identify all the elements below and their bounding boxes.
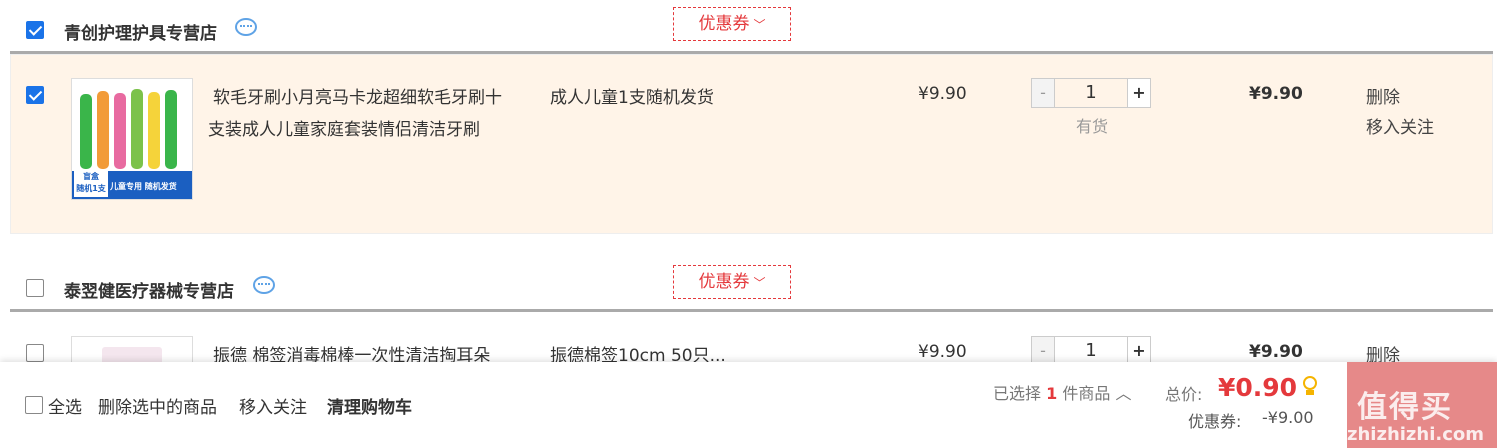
total-value: ¥0.90 [1218, 373, 1298, 402]
item1-follow-link[interactable]: 移入关注 [1366, 113, 1434, 138]
item2-checkbox[interactable] [26, 344, 44, 362]
select-all-checkbox[interactable] [25, 396, 43, 414]
watermark-line2: zhizhizhi.com [1347, 424, 1485, 445]
shop2-divider [10, 309, 1493, 312]
item1-checkbox[interactable] [26, 86, 44, 104]
shop2-name[interactable]: 泰翌健医疗器械专营店 [64, 277, 234, 302]
clear-cart-link[interactable]: 清理购物车 [327, 393, 412, 418]
brush [131, 89, 143, 169]
selected-summary[interactable]: 已选择 1 件商品 ︿ [993, 380, 1131, 404]
shop1-checkbox[interactable] [26, 21, 44, 39]
watermark-logo: 值得买 zhizhizhi.com [1347, 362, 1497, 448]
item1-delete-link[interactable]: 删除 [1366, 83, 1400, 108]
item2-subtotal: ¥9.90 [1249, 342, 1303, 362]
bulb-glass [1303, 376, 1317, 390]
item1-thumbnail[interactable]: 盲盒 随机1支 儿童专用 随机发货 [71, 78, 193, 200]
item1-subtotal: ¥9.90 [1249, 84, 1303, 104]
selected-prefix: 已选择 [993, 384, 1042, 403]
shop2-checkbox[interactable] [26, 279, 44, 297]
lightbulb-icon[interactable] [1302, 376, 1318, 396]
shop2-coupon-button[interactable]: 优惠券 ﹀ [673, 265, 791, 299]
brush [114, 93, 126, 169]
thumb-banner-badge: 盲盒 随机1支 [74, 171, 108, 197]
chat-icon[interactable] [235, 18, 257, 36]
select-all-label[interactable]: 全选 [48, 393, 82, 418]
bulb-base [1306, 390, 1314, 395]
chevron-up-icon: ︿ [1115, 384, 1132, 403]
brush [80, 94, 92, 169]
item1-title-line1: 软毛牙刷小月亮马卡龙超细软毛牙刷十 [213, 88, 502, 108]
item1-stock: 有货 [1076, 117, 1109, 136]
qty-plus-button[interactable]: + [1127, 79, 1150, 107]
item1-quantity-stepper: - 1 + [1031, 78, 1151, 108]
checkout-bar: 全选 删除选中的商品 移入关注 清理购物车 已选择 1 件商品 ︿ 总价: ¥0… [0, 362, 1497, 448]
qty-minus-button[interactable]: - [1032, 79, 1055, 107]
selected-suffix: 件商品 [1062, 384, 1111, 403]
coupon-label: 优惠券 [698, 14, 750, 34]
item1-title[interactable]: 软毛牙刷小月亮马卡龙超细软毛牙刷十 支装成人儿童家庭套装情侣清洁牙刷 [208, 82, 528, 146]
brush [97, 91, 109, 169]
brush [165, 90, 177, 169]
qty-plus-button[interactable]: + [1127, 337, 1150, 365]
chevron-down-icon: ﹀ [753, 18, 766, 32]
watermark-line1: 值得买 [1357, 390, 1453, 425]
item1-spec: 成人儿童1支随机发货 [550, 88, 714, 108]
total-label: 总价: [1165, 385, 1203, 404]
item1-unit-price: ¥9.90 [918, 84, 967, 104]
shop1-coupon-button[interactable]: 优惠券 ﹀ [673, 7, 791, 41]
qty-input[interactable]: 1 [1055, 337, 1127, 365]
delete-selected-link[interactable]: 删除选中的商品 [98, 393, 217, 418]
coupon-summary-label: 优惠券: [1188, 412, 1242, 431]
qty-minus-button[interactable]: - [1032, 337, 1055, 365]
coupon-label: 优惠券 [698, 272, 750, 292]
qty-input[interactable]: 1 [1055, 79, 1127, 107]
shop1-name[interactable]: 青创护理护具专营店 [64, 19, 217, 44]
brush [148, 92, 160, 169]
thumb-banner-text: 儿童专用 随机发货 [110, 182, 177, 191]
item1-title-line2: 支装成人儿童家庭套装情侣清洁牙刷 [208, 120, 480, 140]
item2-unit-price: ¥9.90 [918, 342, 967, 362]
coupon-summary-value: -¥9.00 [1262, 408, 1314, 427]
move-follow-link[interactable]: 移入关注 [239, 393, 307, 418]
chevron-down-icon: ﹀ [753, 276, 766, 290]
chat-icon[interactable] [253, 276, 275, 294]
selected-count: 1 [1046, 384, 1058, 403]
